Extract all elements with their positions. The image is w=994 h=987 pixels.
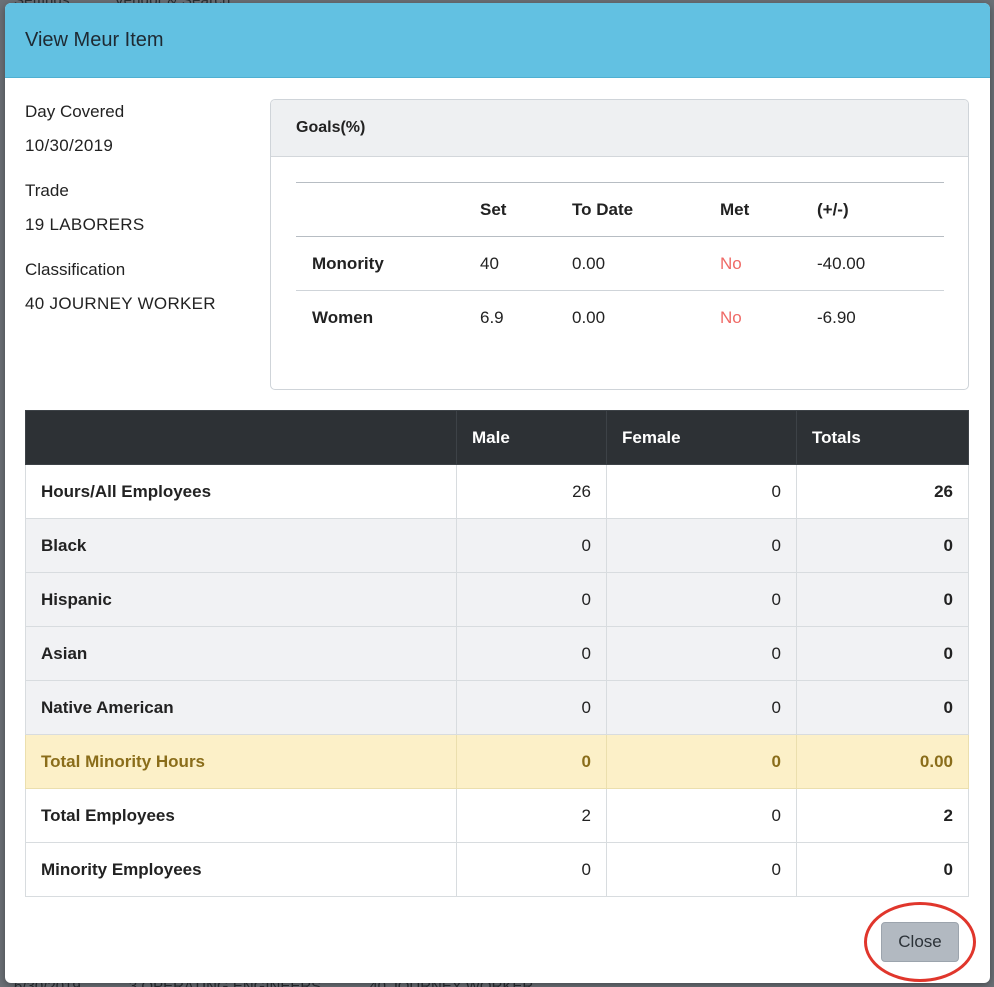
goals-set-value: 40 [464, 236, 556, 291]
hours-row-label: Black [25, 518, 457, 573]
hours-col-male: Male [456, 410, 607, 465]
table-row: Black 0 0 0 [25, 518, 969, 573]
table-row-total-minority: Total Minority Hours 0 0 0.00 [25, 734, 969, 789]
goals-col-diff: (+/-) [801, 182, 944, 237]
hours-row-label: Asian [25, 626, 457, 681]
hours-total-value: 0.00 [796, 734, 969, 789]
hours-female-value: 0 [606, 518, 797, 573]
table-row: Hispanic 0 0 0 [25, 572, 969, 627]
hours-male-value: 0 [456, 518, 607, 573]
hours-total-value: 26 [796, 464, 969, 519]
table-row: Total Employees 2 0 2 [25, 788, 969, 843]
hours-row-label: Hispanic [25, 572, 457, 627]
view-meur-item-modal: View Meur Item Day Covered 10/30/2019 Tr… [5, 3, 990, 983]
hours-row-label: Minority Employees [25, 842, 457, 897]
hours-row-label: Native American [25, 680, 457, 735]
hours-female-value: 0 [606, 842, 797, 897]
goals-table: Set To Date Met (+/-) Monority 40 0.00 N… [296, 182, 944, 345]
goals-row-label: Women [296, 290, 464, 345]
goals-diff-value: -6.90 [801, 290, 944, 345]
table-row: Asian 0 0 0 [25, 626, 969, 681]
hours-female-value: 0 [606, 734, 797, 789]
hours-male-value: 0 [456, 626, 607, 681]
hours-header-row: Male Female Totals [25, 410, 969, 465]
goals-to-date-value: 0.00 [556, 236, 704, 291]
table-row: Hours/All Employees 26 0 26 [25, 464, 969, 519]
item-info: Day Covered 10/30/2019 Trade 19 LABORERS… [25, 101, 255, 338]
goals-row: Monority 40 0.00 No -40.00 [296, 236, 944, 291]
classification-value: 40 JOURNEY WORKER [25, 294, 216, 313]
goals-to-date-value: 0.00 [556, 290, 704, 345]
goals-col-label [296, 182, 464, 237]
hours-row-label: Hours/All Employees [25, 464, 457, 519]
hours-col-totals: Totals [796, 410, 969, 465]
table-row: Native American 0 0 0 [25, 680, 969, 735]
hours-female-value: 0 [606, 572, 797, 627]
hours-male-value: 26 [456, 464, 607, 519]
hours-male-value: 0 [456, 572, 607, 627]
goals-header-row: Set To Date Met (+/-) [296, 182, 944, 237]
goals-col-to-date: To Date [556, 182, 704, 237]
goals-met-value: No [704, 290, 801, 345]
hours-row-label: Total Minority Hours [25, 734, 457, 789]
goals-diff-value: -40.00 [801, 236, 944, 291]
goals-row: Women 6.9 0.00 No -6.90 [296, 290, 944, 345]
hours-table: Male Female Totals Hours/All Employees 2… [25, 410, 969, 897]
hours-total-value: 0 [796, 572, 969, 627]
hours-total-value: 0 [796, 842, 969, 897]
hours-female-value: 0 [606, 680, 797, 735]
hours-total-value: 0 [796, 626, 969, 681]
hours-male-value: 0 [456, 734, 607, 789]
day-covered-value: 10/30/2019 [25, 136, 114, 155]
goals-met-value: No [704, 236, 801, 291]
hours-total-value: 0 [796, 680, 969, 735]
classification-label: Classification [25, 260, 126, 279]
hours-male-value: 0 [456, 680, 607, 735]
hours-male-value: 0 [456, 842, 607, 897]
goals-set-value: 6.9 [464, 290, 556, 345]
day-covered-label: Day Covered [25, 102, 125, 121]
goals-row-label: Monority [296, 236, 464, 291]
hours-female-value: 0 [606, 464, 797, 519]
trade-value: 19 LABORERS [25, 215, 145, 234]
goals-col-met: Met [704, 182, 801, 237]
trade-label: Trade [25, 181, 69, 200]
hours-total-value: 2 [796, 788, 969, 843]
hours-male-value: 2 [456, 788, 607, 843]
hours-female-value: 0 [606, 626, 797, 681]
table-row: Minority Employees 0 0 0 [25, 842, 969, 897]
hours-female-value: 0 [606, 788, 797, 843]
goals-col-set: Set [464, 182, 556, 237]
hours-col-female: Female [606, 410, 797, 465]
hours-col-label [25, 410, 457, 465]
goals-card: Goals(%) Set To Date Met (+/-) Monority … [270, 99, 969, 390]
hours-row-label: Total Employees [25, 788, 457, 843]
goals-card-title: Goals(%) [271, 100, 968, 157]
modal-header: View Meur Item [5, 3, 990, 78]
modal-title: View Meur Item [25, 28, 164, 51]
close-button[interactable]: Close [881, 922, 959, 962]
hours-total-value: 0 [796, 518, 969, 573]
